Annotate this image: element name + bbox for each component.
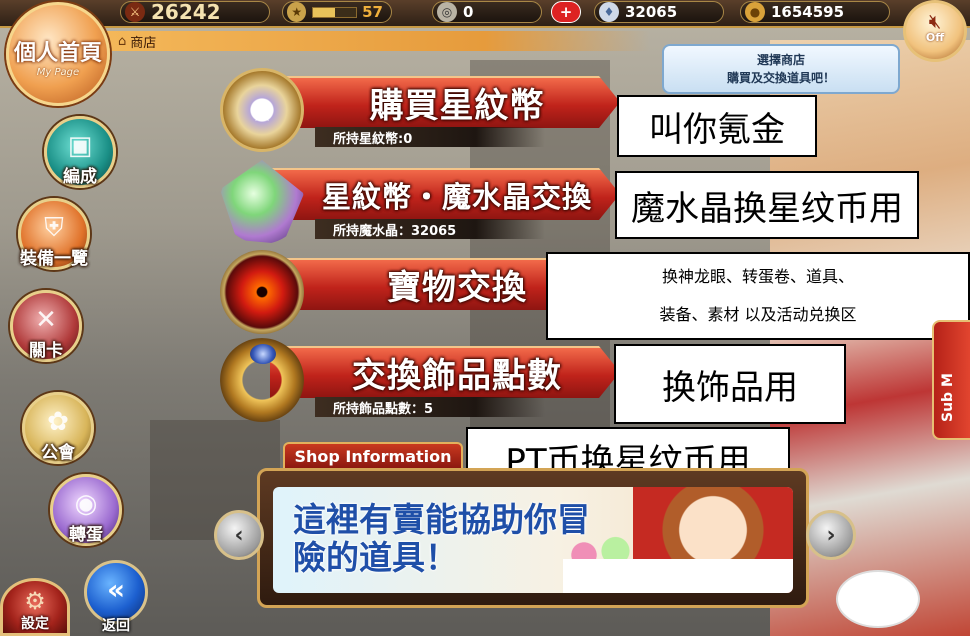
back-label: 返回 <box>102 618 130 634</box>
shop-information-label: Shop Information <box>294 446 452 466</box>
level-stat: ★ 57 <box>282 1 392 23</box>
shop-information-tab: Shop Information <box>283 442 463 468</box>
armor-icon: ⛨ <box>44 213 64 243</box>
shop-title: 購買星紋幣 <box>369 86 545 126</box>
sound-state-label: Off <box>925 31 945 44</box>
crystal-icon: ♦ <box>599 2 619 22</box>
my-page-title: 個人首頁 <box>13 41 102 66</box>
card-stack-icon: ▣ <box>67 131 93 161</box>
nav-gacha-label: 轉蛋 <box>69 525 103 545</box>
banner-next-button[interactable]: › <box>806 510 856 560</box>
shop-owned-count: 所持魔水晶：32065 <box>315 219 545 239</box>
gacha-egg-icon: ◉ <box>74 489 98 519</box>
speaker-mute-icon: 🔇︎ <box>928 9 942 33</box>
tip-line-1: 選擇商店 <box>756 53 805 67</box>
shop-title: 星紋幣・魔水晶交換 <box>321 180 592 214</box>
breadcrumb-label: 商店 <box>130 35 157 51</box>
level-value: 57 <box>362 3 383 21</box>
nav-equipment-label: 裝備一覽 <box>20 249 88 269</box>
shop-accessory-points-exchange[interactable]: 交換飾品點數 所持飾品點數：5 <box>220 338 620 422</box>
settings-label: 設定 <box>21 616 49 632</box>
nav-guild-button[interactable]: ✿ 公會 <box>22 392 94 464</box>
my-page-subtitle: My Page <box>36 67 80 78</box>
my-page-button[interactable]: 個人首頁 My Page <box>6 2 110 106</box>
settings-button[interactable]: ⚙ 設定 <box>0 578 70 636</box>
shop-buy-star-coin[interactable]: ★ 購買星紋幣 所持星紋幣:0 <box>220 68 620 152</box>
chevron-left-icon: ‹ <box>234 522 244 548</box>
nav-stages-button[interactable]: ✕ 關卡 <box>10 290 82 362</box>
annotation-box-3: 换神龙眼、转蛋卷、道具、 装备、素材 以及活动兑换区 <box>546 252 970 340</box>
ring-gem-icon <box>250 344 276 364</box>
nav-equipment-button[interactable]: ⛨ 裝備一覽 <box>18 198 90 270</box>
ring-emblem-icon <box>220 338 304 422</box>
shop-title: 交換飾品點數 <box>352 356 562 396</box>
gold-value: 1654595 <box>771 3 845 21</box>
sound-toggle-button[interactable]: 🔇︎ Off <box>903 0 967 62</box>
exp-bar <box>312 6 358 18</box>
swords-icon: ⚔ <box>125 2 145 22</box>
nav-stages-label: 關卡 <box>29 341 63 361</box>
dragon-eye-emblem-icon <box>220 250 304 334</box>
gear-icon: ⚙ <box>24 587 46 615</box>
star-coin-emblem-icon: ★ <box>220 68 304 152</box>
nav-gacha-button[interactable]: ◉ 轉蛋 <box>50 474 122 546</box>
tip-line-2: 購買及交換道具吧！ <box>726 71 835 85</box>
gold-coin-icon: ● <box>745 2 765 22</box>
coin-icon: ◎ <box>437 2 457 22</box>
banner-cover <box>563 559 793 593</box>
magic-crystal-value: 32065 <box>625 3 678 21</box>
banner-prev-button[interactable]: ‹ <box>214 510 264 560</box>
sub-menu-label: Sub M <box>940 373 956 422</box>
annotation-text-line-1: 换神龙眼、转蛋卷、道具、 <box>661 267 854 286</box>
back-button[interactable]: « 返回 <box>84 560 148 634</box>
annotation-text-line-2: 装备、素材 以及活动兑换区 <box>659 305 857 324</box>
sub-menu-tab[interactable]: Sub M <box>932 320 970 440</box>
shop-owned-count: 所持星紋幣:0 <box>315 127 545 147</box>
shop-owned-count: 所持飾品點數：5 <box>315 397 545 417</box>
breadcrumb: ⌂ 商店 <box>100 31 650 51</box>
annotation-box-1: 叫你氪金 <box>617 95 817 157</box>
shop-icon: ⌂ <box>118 33 127 49</box>
nav-team-button[interactable]: ▣ 編成 <box>44 116 116 188</box>
rank-value: 26242 <box>151 0 221 24</box>
banner-text: 這裡有賣能協助你冒險的道具！ <box>293 500 590 577</box>
magic-crystal-stat: ♦ 32065 <box>594 1 724 23</box>
shop-information-banner[interactable]: 這裡有賣能協助你冒險的道具！ <box>273 487 793 593</box>
shop-star-coin-crystal-exchange[interactable]: 星紋幣・魔水晶交換 所持魔水晶：32065 <box>220 160 620 244</box>
star-coin-value: 0 <box>463 3 474 21</box>
star-icon: ★ <box>287 2 307 22</box>
chat-bubble-button[interactable] <box>836 570 920 628</box>
add-button[interactable]: + <box>551 1 581 23</box>
rank-stat: ⚔ 26242 <box>120 0 270 24</box>
annotation-text: 魔水晶换星纹币用 <box>631 188 903 229</box>
crossed-swords-icon: ✕ <box>35 305 57 335</box>
annotation-text: 换饰品用 <box>662 367 798 408</box>
annotation-text: 叫你氪金 <box>649 109 785 150</box>
top-status-bar: ⚔ 26242 ★ 57 ◎ 0 + ♦ 32065 ● 1654595 <box>0 0 970 28</box>
star-coin-stat: ◎ 0 <box>432 1 542 23</box>
nav-team-label: 編成 <box>63 167 97 187</box>
chevron-right-icon: › <box>826 522 836 548</box>
double-chevron-left-icon: « <box>106 573 126 606</box>
plus-icon: + <box>559 3 573 21</box>
gold-stat: ● 1654595 <box>740 1 890 23</box>
guild-flower-icon: ✿ <box>47 407 69 437</box>
shop-tip-bubble: 選擇商店 購買及交換道具吧！ <box>662 44 900 94</box>
annotation-box-4: 换饰品用 <box>614 344 846 424</box>
annotation-box-2: 魔水晶换星纹币用 <box>615 171 919 239</box>
nav-guild-label: 公會 <box>41 443 75 463</box>
